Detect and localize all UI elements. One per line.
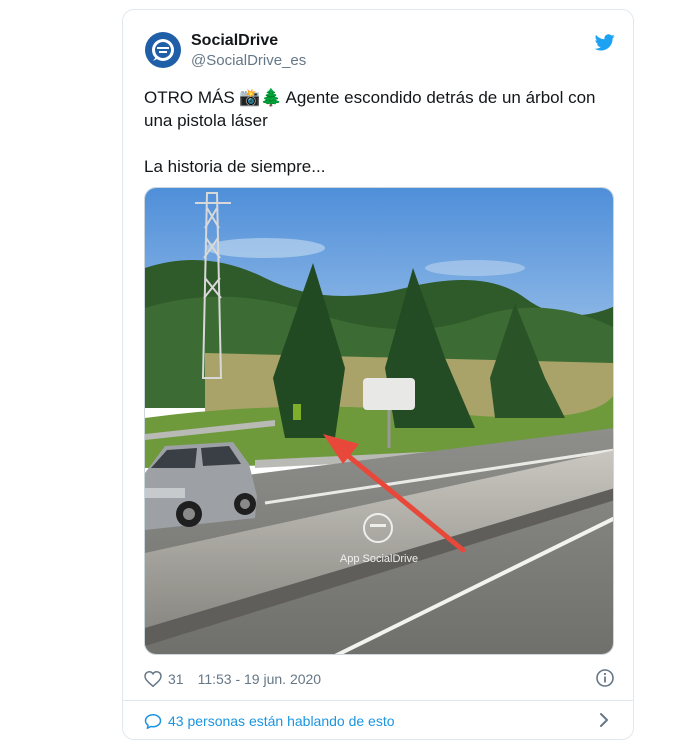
divider <box>123 700 633 701</box>
like-count: 31 <box>168 671 184 687</box>
tweet-text: OTRO MÁS 📸🌲 Agente escondido detrás de u… <box>144 88 596 176</box>
tweet-meta: 31 11:53 - 19 jun. 2020 <box>144 669 321 689</box>
author-handle[interactable]: @SocialDrive_es <box>191 52 306 69</box>
socialdrive-logo-icon <box>152 39 174 61</box>
chevron-right-icon[interactable] <box>597 712 611 728</box>
conversation-text: 43 personas están hablando de esto <box>168 713 395 729</box>
twitter-bird-icon[interactable] <box>595 34 615 51</box>
tweet-timestamp[interactable]: 11:53 - 19 jun. 2020 <box>198 671 322 687</box>
tweet-photo[interactable]: App SocialDrive <box>144 187 614 655</box>
tweet-card: SocialDrive @SocialDrive_es OTRO MÁS 📸🌲 … <box>122 9 634 740</box>
avatar[interactable] <box>145 32 181 68</box>
info-icon[interactable] <box>595 668 615 688</box>
conversation-link[interactable]: 43 personas están hablando de esto <box>144 710 395 732</box>
like-button[interactable] <box>144 671 162 687</box>
media-watermark: App SocialDrive <box>340 553 418 565</box>
author-name[interactable]: SocialDrive <box>191 32 278 50</box>
speech-bubble-icon <box>144 713 162 729</box>
heart-icon <box>144 671 162 687</box>
